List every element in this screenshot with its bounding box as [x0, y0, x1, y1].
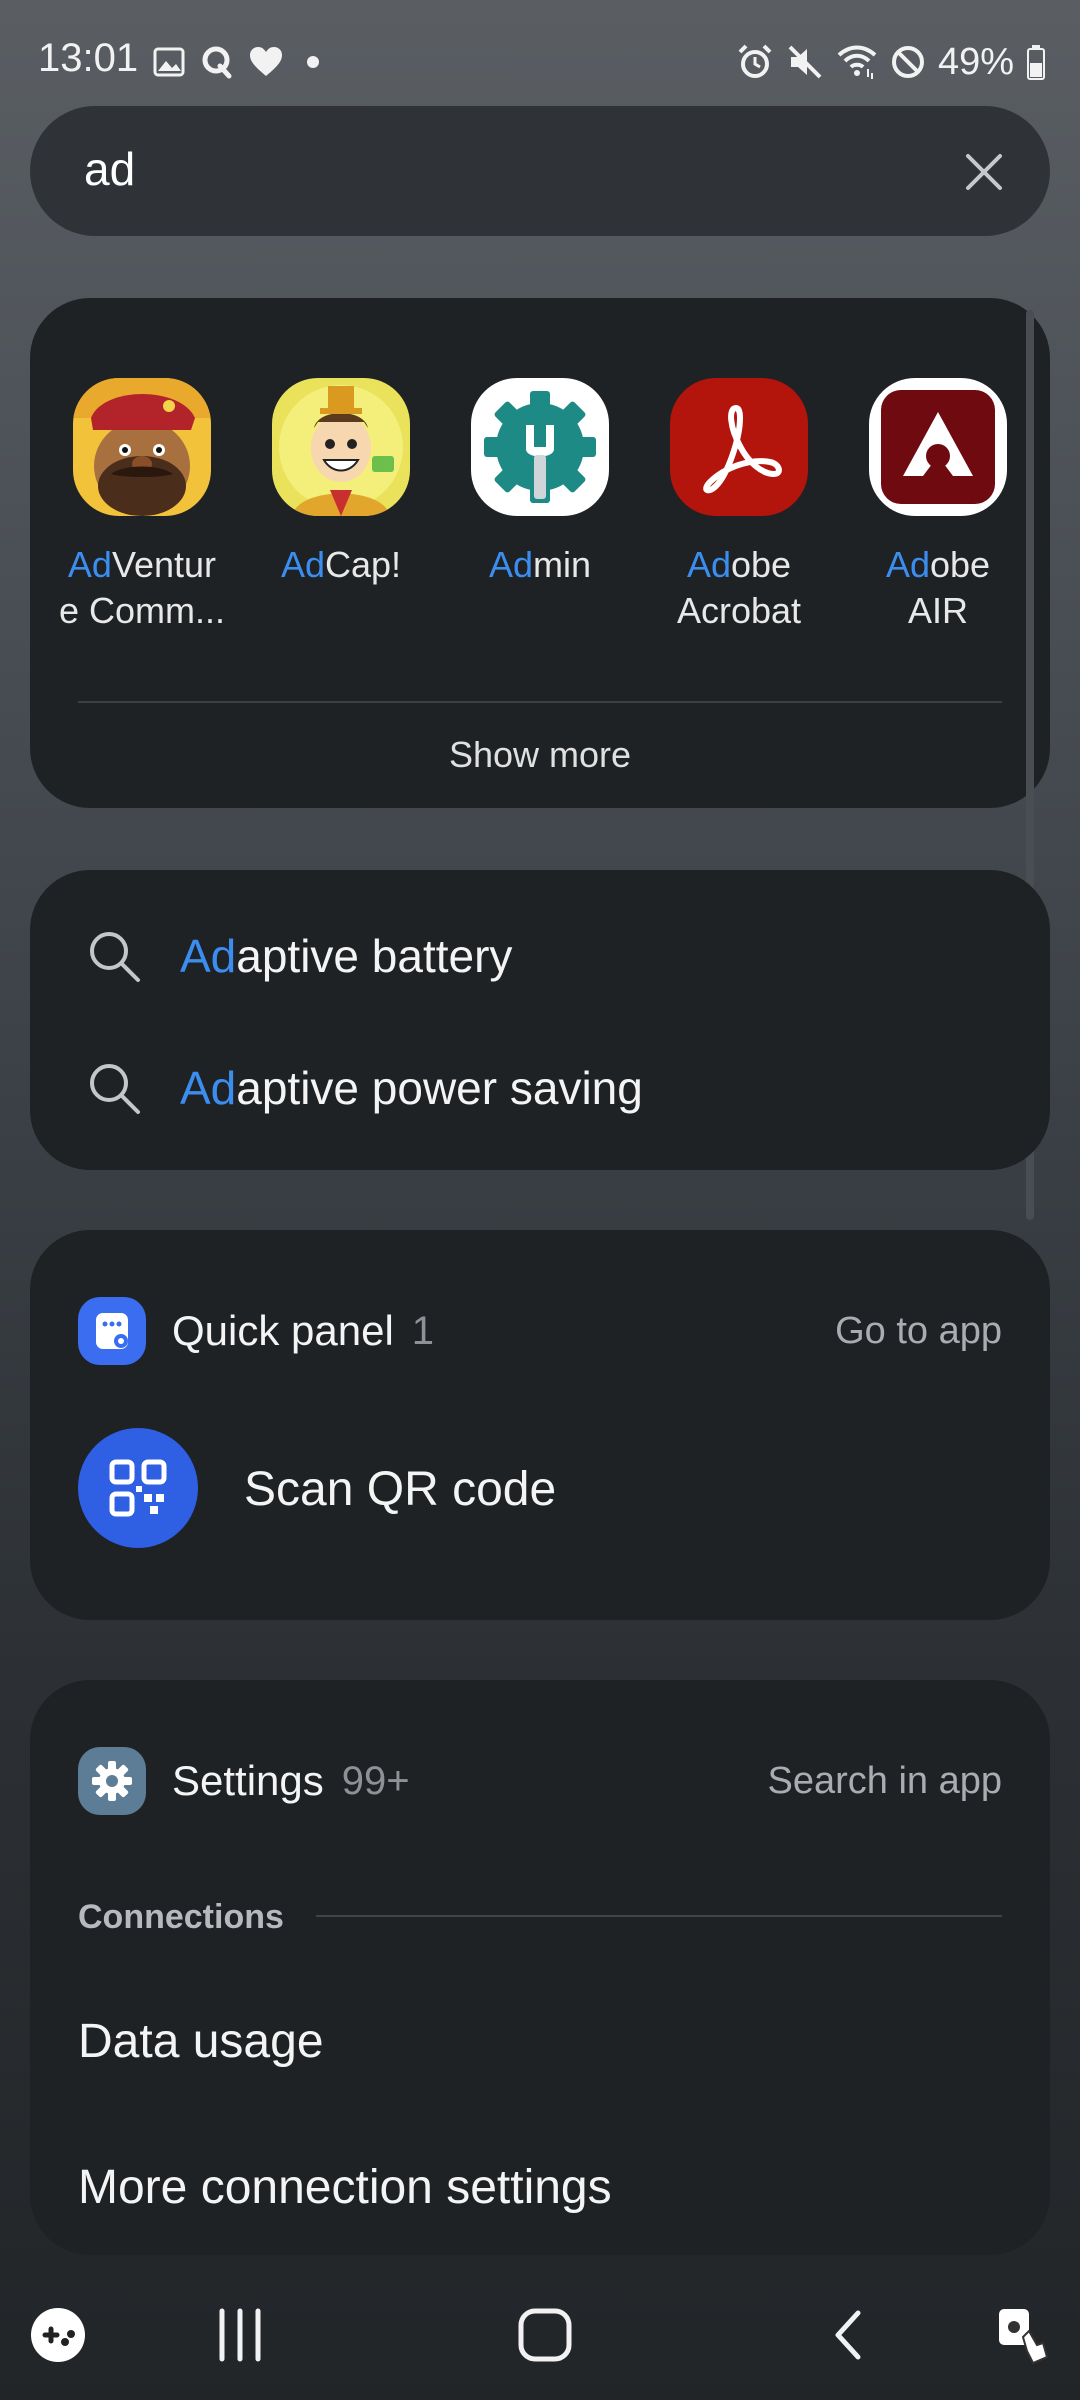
connections-heading: Connections [78, 1898, 284, 1936]
app-label: Adobe Acrobat [676, 544, 802, 631]
alarm-icon [738, 44, 772, 78]
settings-count: 99+ [341, 1758, 410, 1803]
settings-item-data-usage[interactable]: Data usage [78, 2014, 324, 2069]
status-icons-right: 49% [736, 40, 1046, 84]
app-adobe-acrobat[interactable]: Adobe Acrobat [639, 378, 839, 634]
close-icon[interactable] [960, 148, 1008, 196]
search-in-app-link[interactable]: Search in app [768, 1760, 1003, 1803]
adventure-communist-icon [73, 378, 211, 516]
heart-icon [250, 47, 282, 76]
admin-icon [471, 378, 609, 516]
home-icon [518, 2308, 572, 2362]
app-label: AdVentur e Comm... [58, 544, 226, 631]
home-button[interactable] [500, 2300, 590, 2370]
suggestion-label: Adaptive power saving [180, 1062, 643, 1114]
settings-item-more-connection-settings[interactable]: More connection settings [78, 2160, 612, 2215]
recents-icon [219, 2308, 261, 2362]
divider [78, 701, 1002, 703]
search-input[interactable]: ad [84, 142, 135, 196]
quick-panel-header: Quick panel 1 [78, 1296, 434, 1366]
no-disturb-icon [891, 46, 924, 78]
qr-code-icon[interactable] [78, 1428, 198, 1548]
battery-icon [1027, 45, 1045, 80]
battery-percent: 49% [937, 40, 1014, 83]
status-time: 13:01 [38, 36, 139, 80]
suggestion-adaptive-battery[interactable]: Adaptive battery [84, 916, 512, 996]
wifi-icon [837, 45, 877, 79]
status-icons-left [152, 40, 328, 84]
app-label: AdCap! [280, 544, 402, 585]
accessibility-icon [999, 2309, 1049, 2365]
adobe-air-icon [869, 378, 1007, 516]
app-admin[interactable]: Admin [440, 378, 640, 588]
app-adventure-communist[interactable]: AdVentur e Comm... [42, 378, 242, 634]
app-label: Adobe AIR [885, 544, 991, 631]
accessibility-button[interactable] [988, 2300, 1058, 2370]
settings-title: Settings [172, 1757, 324, 1804]
go-to-app-link[interactable]: Go to app [835, 1310, 1002, 1353]
app-adobe-air[interactable]: Adobe AIR [838, 378, 1038, 634]
adcap-icon [272, 378, 410, 516]
suggestion-adaptive-power-saving[interactable]: Adaptive power saving [84, 1048, 643, 1128]
gamepad-icon [31, 2308, 85, 2362]
divider [316, 1915, 1002, 1917]
gear-icon [78, 1747, 146, 1815]
back-button[interactable] [808, 2300, 888, 2370]
app-label: Admin [488, 544, 592, 585]
dot-icon [307, 56, 319, 68]
q-icon [202, 46, 232, 79]
recent-apps-button[interactable] [200, 2300, 280, 2370]
scan-qr-code-item[interactable]: Scan QR code [244, 1462, 556, 1517]
quick-panel-count: 1 [411, 1308, 435, 1353]
search-icon [90, 1064, 140, 1114]
quick-panel-title: Quick panel [172, 1307, 394, 1354]
search-bar[interactable] [30, 106, 1050, 236]
app-adcap[interactable]: AdCap! [241, 378, 441, 588]
gallery-icon [153, 47, 185, 77]
back-icon [835, 2310, 861, 2360]
quick-panel-icon [78, 1297, 146, 1365]
game-launcher-button[interactable] [28, 2300, 88, 2370]
show-more-button[interactable]: Show more [30, 734, 1050, 776]
suggestion-label: Adaptive battery [180, 930, 513, 982]
mute-icon [788, 45, 822, 79]
adobe-acrobat-icon [670, 378, 808, 516]
search-icon [90, 932, 140, 982]
quick-panel-card [30, 1230, 1050, 1620]
settings-header: Settings 99+ [78, 1746, 410, 1816]
